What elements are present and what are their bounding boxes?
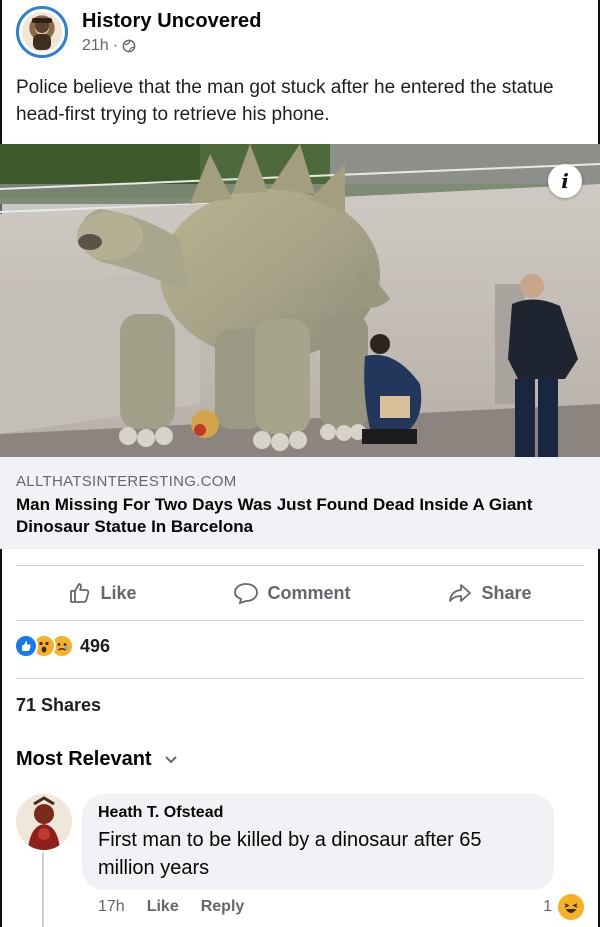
share-button[interactable]: Share	[447, 581, 532, 605]
comment-text: First man to be killed by a dinosaur aft…	[98, 829, 482, 879]
comment-time[interactable]: 17h	[98, 898, 125, 916]
like-button[interactable]: Like	[68, 581, 137, 605]
thumbs-up-icon	[70, 583, 90, 603]
comment-bubble: Heath T. Ofstead First man to be killed …	[82, 794, 554, 890]
post-caption: Police believe that the man got stuck af…	[16, 77, 554, 125]
like-label: Like	[100, 582, 137, 603]
comment-reaction-count: 1	[543, 898, 552, 915]
link-title[interactable]: Man Missing For Two Days Was Just Found …	[16, 494, 584, 538]
comment-meta: 17h Like Reply	[98, 898, 266, 916]
sort-label: Most Relevant	[16, 748, 152, 770]
comment-thread-line	[42, 852, 44, 927]
divider-bottom	[16, 620, 584, 621]
page-avatar[interactable]	[16, 6, 68, 58]
link-domain: ALLTHATSINTERESTING.COM	[16, 473, 237, 490]
comment-reply-button[interactable]: Reply	[201, 898, 245, 916]
comment-label: Comment	[267, 582, 351, 603]
comment-author[interactable]: Heath T. Ofstead	[98, 804, 538, 822]
share-arrow-icon	[449, 584, 472, 602]
info-icon[interactable]: i	[548, 164, 582, 198]
commenter-avatar[interactable]	[16, 794, 72, 850]
dinosaur-statue-photo	[0, 144, 600, 457]
time-separator: ·	[112, 36, 119, 54]
comment-button[interactable]: Comment	[233, 581, 351, 605]
reaction-count[interactable]: 496	[80, 636, 110, 657]
reactions-summary[interactable]: 496	[14, 634, 110, 658]
comment-bubble-icon	[234, 583, 259, 605]
haha-reaction-icon	[558, 894, 584, 920]
link-preview[interactable]: ALLTHATSINTERESTING.COM Man Missing For …	[0, 457, 600, 549]
comment-reactions[interactable]: 1	[543, 894, 584, 920]
comment-sort-dropdown[interactable]: Most Relevant	[16, 748, 178, 771]
chevron-down-icon	[164, 755, 177, 763]
globe-icon	[122, 39, 136, 52]
share-label: Share	[481, 582, 532, 603]
post-photo[interactable]: i	[0, 144, 600, 457]
page-name[interactable]: History Uncovered	[82, 10, 262, 33]
post-time[interactable]: 21h	[82, 37, 109, 55]
divider-shares	[16, 678, 584, 679]
action-bar: Like Comment Share	[0, 566, 600, 620]
like-reaction-icon	[14, 634, 38, 658]
share-count[interactable]: 71 Shares	[16, 695, 101, 716]
comment-like-button[interactable]: Like	[147, 898, 179, 916]
post-header: History Uncovered 21h ·	[16, 6, 262, 58]
